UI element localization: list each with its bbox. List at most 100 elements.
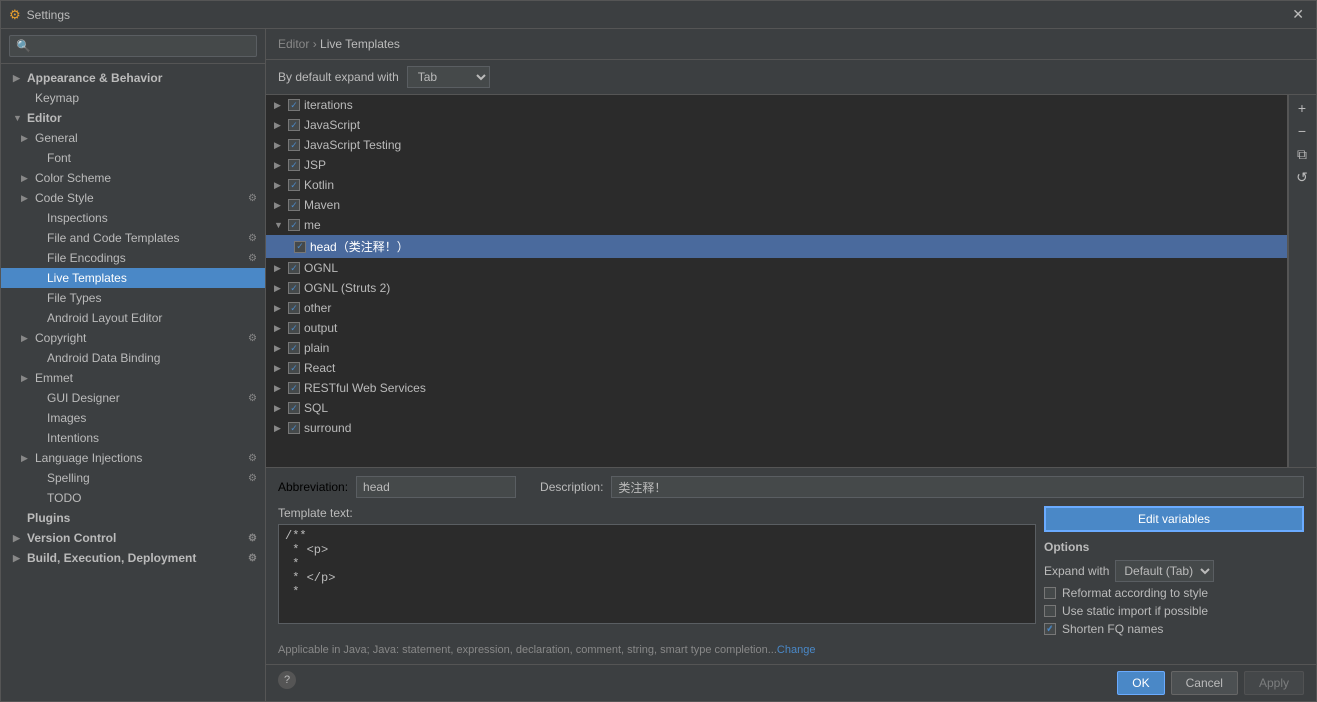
template-label: React: [304, 361, 335, 375]
remove-button[interactable]: −: [1289, 120, 1315, 142]
template-checkbox[interactable]: [288, 382, 300, 394]
options-title: Options: [1044, 540, 1304, 554]
sidebar-item-version-control[interactable]: ▶Version Control⚙: [1, 528, 265, 548]
reformat-checkbox[interactable]: [1044, 587, 1056, 599]
sidebar-item-editor[interactable]: ▼Editor: [1, 108, 265, 128]
expand-arrow-icon: ▶: [274, 283, 284, 294]
sidebar-item-images[interactable]: Images: [1, 408, 265, 428]
sidebar-item-appearance[interactable]: ▶Appearance & Behavior: [1, 68, 265, 88]
expand-arrow-icon: ▶: [274, 303, 284, 314]
expand-with-select[interactable]: Tab Space Enter: [407, 66, 490, 88]
edit-variables-button[interactable]: Edit variables: [1044, 506, 1304, 532]
close-button[interactable]: ✕: [1288, 6, 1308, 23]
sidebar-item-label: Live Templates: [47, 271, 127, 285]
change-link[interactable]: Change: [777, 644, 816, 656]
gear-icon: ⚙: [248, 453, 257, 464]
template-list-item-sql[interactable]: ▶SQL: [266, 398, 1287, 418]
static-import-option-row: Use static import if possible: [1044, 604, 1304, 618]
template-checkbox[interactable]: [288, 262, 300, 274]
reformat-label: Reformat according to style: [1062, 586, 1208, 600]
template-list-item-maven[interactable]: ▶Maven: [266, 195, 1287, 215]
search-input[interactable]: [9, 35, 257, 57]
window-title: Settings: [27, 8, 1289, 22]
expand-with-option-select[interactable]: Default (Tab) Tab Space Enter: [1115, 560, 1214, 582]
sidebar-item-font[interactable]: Font: [1, 148, 265, 168]
template-checkbox[interactable]: [288, 342, 300, 354]
sidebar-item-copyright[interactable]: ▶Copyright⚙: [1, 328, 265, 348]
template-list-item-output[interactable]: ▶output: [266, 318, 1287, 338]
template-checkbox[interactable]: [288, 362, 300, 374]
cancel-button[interactable]: Cancel: [1171, 671, 1238, 695]
template-list-item-plain[interactable]: ▶plain: [266, 338, 1287, 358]
sidebar-item-label: Font: [47, 151, 71, 165]
template-list-item-ognl[interactable]: ▶OGNL: [266, 258, 1287, 278]
revert-button[interactable]: ↺: [1289, 166, 1315, 188]
static-import-checkbox[interactable]: [1044, 605, 1056, 617]
template-list-item-iterations[interactable]: ▶iterations: [266, 95, 1287, 115]
abbreviation-input[interactable]: [356, 476, 516, 498]
sidebar-item-live-templates[interactable]: Live Templates: [1, 268, 265, 288]
sidebar-item-plugins[interactable]: Plugins: [1, 508, 265, 528]
sidebar-item-android-layout-editor[interactable]: Android Layout Editor: [1, 308, 265, 328]
sidebar-item-android-data-binding[interactable]: Android Data Binding: [1, 348, 265, 368]
template-checkbox[interactable]: [288, 119, 300, 131]
template-list-item-javascript-testing[interactable]: ▶JavaScript Testing: [266, 135, 1287, 155]
sidebar-item-code-style[interactable]: ▶Code Style⚙: [1, 188, 265, 208]
copy-button[interactable]: ⧉: [1289, 143, 1315, 165]
shorten-fq-label: Shorten FQ names: [1062, 622, 1163, 636]
ok-button[interactable]: OK: [1117, 671, 1164, 695]
breadcrumb: Editor › Live Templates: [266, 29, 1316, 60]
template-checkbox[interactable]: [288, 179, 300, 191]
template-list-item-head[interactable]: head（类注释！）: [266, 235, 1287, 258]
sidebar-item-inspections[interactable]: Inspections: [1, 208, 265, 228]
template-checkbox[interactable]: [288, 159, 300, 171]
template-list-item-surround[interactable]: ▶surround: [266, 418, 1287, 438]
template-list-item-restful[interactable]: ▶RESTful Web Services: [266, 378, 1287, 398]
sidebar-item-label: File Encodings: [47, 251, 126, 265]
template-label: head（类注释！）: [310, 238, 409, 255]
sidebar-item-general[interactable]: ▶General: [1, 128, 265, 148]
sidebar-item-file-encodings[interactable]: File Encodings⚙: [1, 248, 265, 268]
sidebar-item-emmet[interactable]: ▶Emmet: [1, 368, 265, 388]
template-list-item-javascript[interactable]: ▶JavaScript: [266, 115, 1287, 135]
template-label: iterations: [304, 98, 353, 112]
main-panel: Editor › Live Templates By default expan…: [266, 29, 1316, 701]
sidebar-item-file-code-templates[interactable]: File and Code Templates⚙: [1, 228, 265, 248]
template-checkbox[interactable]: [288, 219, 300, 231]
shorten-fq-checkbox[interactable]: ✓: [1044, 623, 1056, 635]
template-checkbox[interactable]: [294, 241, 306, 253]
sidebar-item-todo[interactable]: TODO: [1, 488, 265, 508]
sidebar-item-language-injections[interactable]: ▶Language Injections⚙: [1, 448, 265, 468]
breadcrumb-editor: Editor: [278, 37, 309, 51]
template-list-item-ognl-struts[interactable]: ▶OGNL (Struts 2): [266, 278, 1287, 298]
sidebar-item-color-scheme[interactable]: ▶Color Scheme: [1, 168, 265, 188]
template-list-item-other[interactable]: ▶other: [266, 298, 1287, 318]
sidebar-item-keymap[interactable]: Keymap: [1, 88, 265, 108]
template-checkbox[interactable]: [288, 282, 300, 294]
template-checkbox[interactable]: [288, 302, 300, 314]
sidebar-item-build-exec-deploy[interactable]: ▶Build, Execution, Deployment⚙: [1, 548, 265, 568]
template-checkbox[interactable]: [288, 139, 300, 151]
template-textarea[interactable]: /** * <p> * * </p> *: [278, 524, 1036, 624]
template-checkbox[interactable]: [288, 99, 300, 111]
template-list-item-react[interactable]: ▶React: [266, 358, 1287, 378]
template-checkbox[interactable]: [288, 322, 300, 334]
template-list-item-jsp[interactable]: ▶JSP: [266, 155, 1287, 175]
sidebar-item-spelling[interactable]: Spelling⚙: [1, 468, 265, 488]
sidebar-item-label: Emmet: [35, 371, 73, 385]
list-toolbar: + − ⧉ ↺: [1288, 95, 1316, 467]
template-list-item-me[interactable]: ▼me: [266, 215, 1287, 235]
gear-icon: ⚙: [248, 473, 257, 484]
template-checkbox[interactable]: [288, 402, 300, 414]
description-input[interactable]: [611, 476, 1304, 498]
sidebar-item-label: Color Scheme: [35, 171, 111, 185]
help-button[interactable]: ?: [278, 671, 296, 689]
template-checkbox[interactable]: [288, 199, 300, 211]
add-button[interactable]: +: [1289, 97, 1315, 119]
apply-button[interactable]: Apply: [1244, 671, 1304, 695]
sidebar-item-intentions[interactable]: Intentions: [1, 428, 265, 448]
template-list-item-kotlin[interactable]: ▶Kotlin: [266, 175, 1287, 195]
sidebar-item-file-types[interactable]: File Types: [1, 288, 265, 308]
sidebar-item-gui-designer[interactable]: GUI Designer⚙: [1, 388, 265, 408]
template-checkbox[interactable]: [288, 422, 300, 434]
